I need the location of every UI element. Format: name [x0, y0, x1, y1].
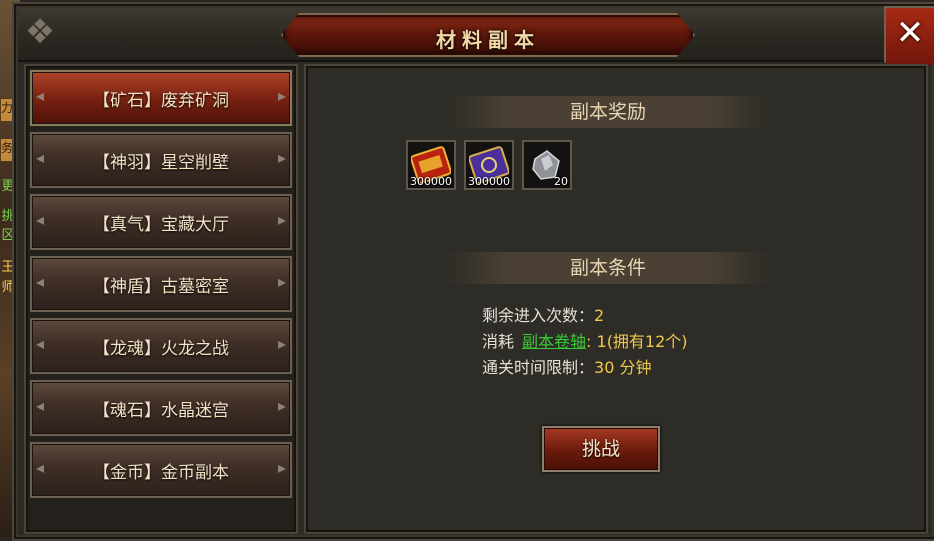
title-bar: ❖ 材料副本 ✕	[18, 6, 934, 76]
dungeon-label: 【真气】宝藏大厅	[93, 214, 229, 235]
cost-value: : 1(拥有12个)	[586, 332, 688, 351]
time-value: 30 分钟	[594, 358, 652, 377]
reward-slot[interactable]: 300000	[406, 140, 456, 190]
dungeon-label: 【魂石】水晶迷宫	[93, 400, 229, 421]
ornament-right-icon: ▸	[277, 272, 286, 291]
dungeon-label: 【神羽】星空削壁	[93, 152, 229, 173]
ornament-left-icon: ◂	[36, 86, 45, 105]
ornament-right-icon: ▸	[277, 396, 286, 415]
rewards-header: 副本奖励	[446, 96, 770, 128]
reward-count: 300000	[468, 175, 510, 188]
dungeon-item-mine[interactable]: ◂ 【矿石】废弃矿洞 ▸	[30, 70, 292, 126]
material-dungeon-window: ❖ 材料副本 ✕ ◂ 【矿石】废弃矿洞 ▸ ◂ 【神羽】星空削壁 ▸ ◂ 【真气…	[12, 2, 934, 541]
dungeon-item-gold[interactable]: ◂ 【金币】金币副本 ▸	[30, 442, 292, 498]
ornament-left-icon: ◂	[36, 210, 45, 229]
conditions-header: 副本条件	[446, 252, 770, 284]
dungeon-item-fire-dragon[interactable]: ◂ 【龙魂】火龙之战 ▸	[30, 318, 292, 374]
ornament-left-icon: ◂	[36, 272, 45, 291]
close-icon: ✕	[895, 13, 925, 53]
ornament-right-icon: ▸	[277, 458, 286, 477]
remaining-value: 2	[594, 306, 605, 325]
reward-slot[interactable]: 300000	[464, 140, 514, 190]
remaining-entries: 剩余进入次数：2	[482, 302, 604, 326]
dungeon-list: ◂ 【矿石】废弃矿洞 ▸ ◂ 【神羽】星空削壁 ▸ ◂ 【真气】宝藏大厅 ▸ ◂…	[24, 64, 298, 534]
reward-count: 20	[554, 175, 568, 188]
dungeon-scroll-link[interactable]: 副本卷轴	[522, 332, 586, 351]
left-ornament-icon: ❖	[24, 12, 56, 52]
ornament-right-icon: ▸	[277, 210, 286, 229]
remaining-label: 剩余进入次数：	[482, 306, 595, 325]
reward-count: 300000	[410, 175, 452, 188]
cost-label: 消耗	[482, 332, 515, 351]
cost-line: 消耗 副本卷轴: 1(拥有12个)	[482, 328, 688, 352]
time-limit: 通关时间限制：30 分钟	[482, 354, 651, 378]
dungeon-label: 【神盾】古墓密室	[93, 276, 229, 297]
ornament-right-icon: ▸	[277, 148, 286, 167]
dungeon-label: 【龙魂】火龙之战	[93, 338, 229, 359]
ornament-left-icon: ◂	[36, 148, 45, 167]
challenge-button[interactable]: 挑战	[542, 426, 660, 472]
ornament-left-icon: ◂	[36, 396, 45, 415]
time-label: 通关时间限制：	[482, 358, 595, 377]
dungeon-item-starry-cliff[interactable]: ◂ 【神羽】星空削壁 ▸	[30, 132, 292, 188]
window-title: 材料副本	[436, 28, 540, 52]
dungeon-info-panel: 副本奖励 300000 300000 20 副本条件 剩余进入次数：2 消耗 副…	[304, 64, 928, 534]
ornament-left-icon: ◂	[36, 458, 45, 477]
ornament-left-icon: ◂	[36, 334, 45, 353]
title-plate: 材料副本	[281, 13, 695, 57]
ornament-right-icon: ▸	[277, 86, 286, 105]
ornament-right-icon: ▸	[277, 334, 286, 353]
reward-slot[interactable]: 20	[522, 140, 572, 190]
dungeon-item-treasure-hall[interactable]: ◂ 【真气】宝藏大厅 ▸	[30, 194, 292, 250]
dungeon-label: 【金币】金币副本	[93, 462, 229, 483]
dungeon-item-crystal-maze[interactable]: ◂ 【魂石】水晶迷宫 ▸	[30, 380, 292, 436]
dungeon-item-ancient-tomb[interactable]: ◂ 【神盾】古墓密室 ▸	[30, 256, 292, 312]
dungeon-label: 【矿石】废弃矿洞	[93, 90, 229, 111]
